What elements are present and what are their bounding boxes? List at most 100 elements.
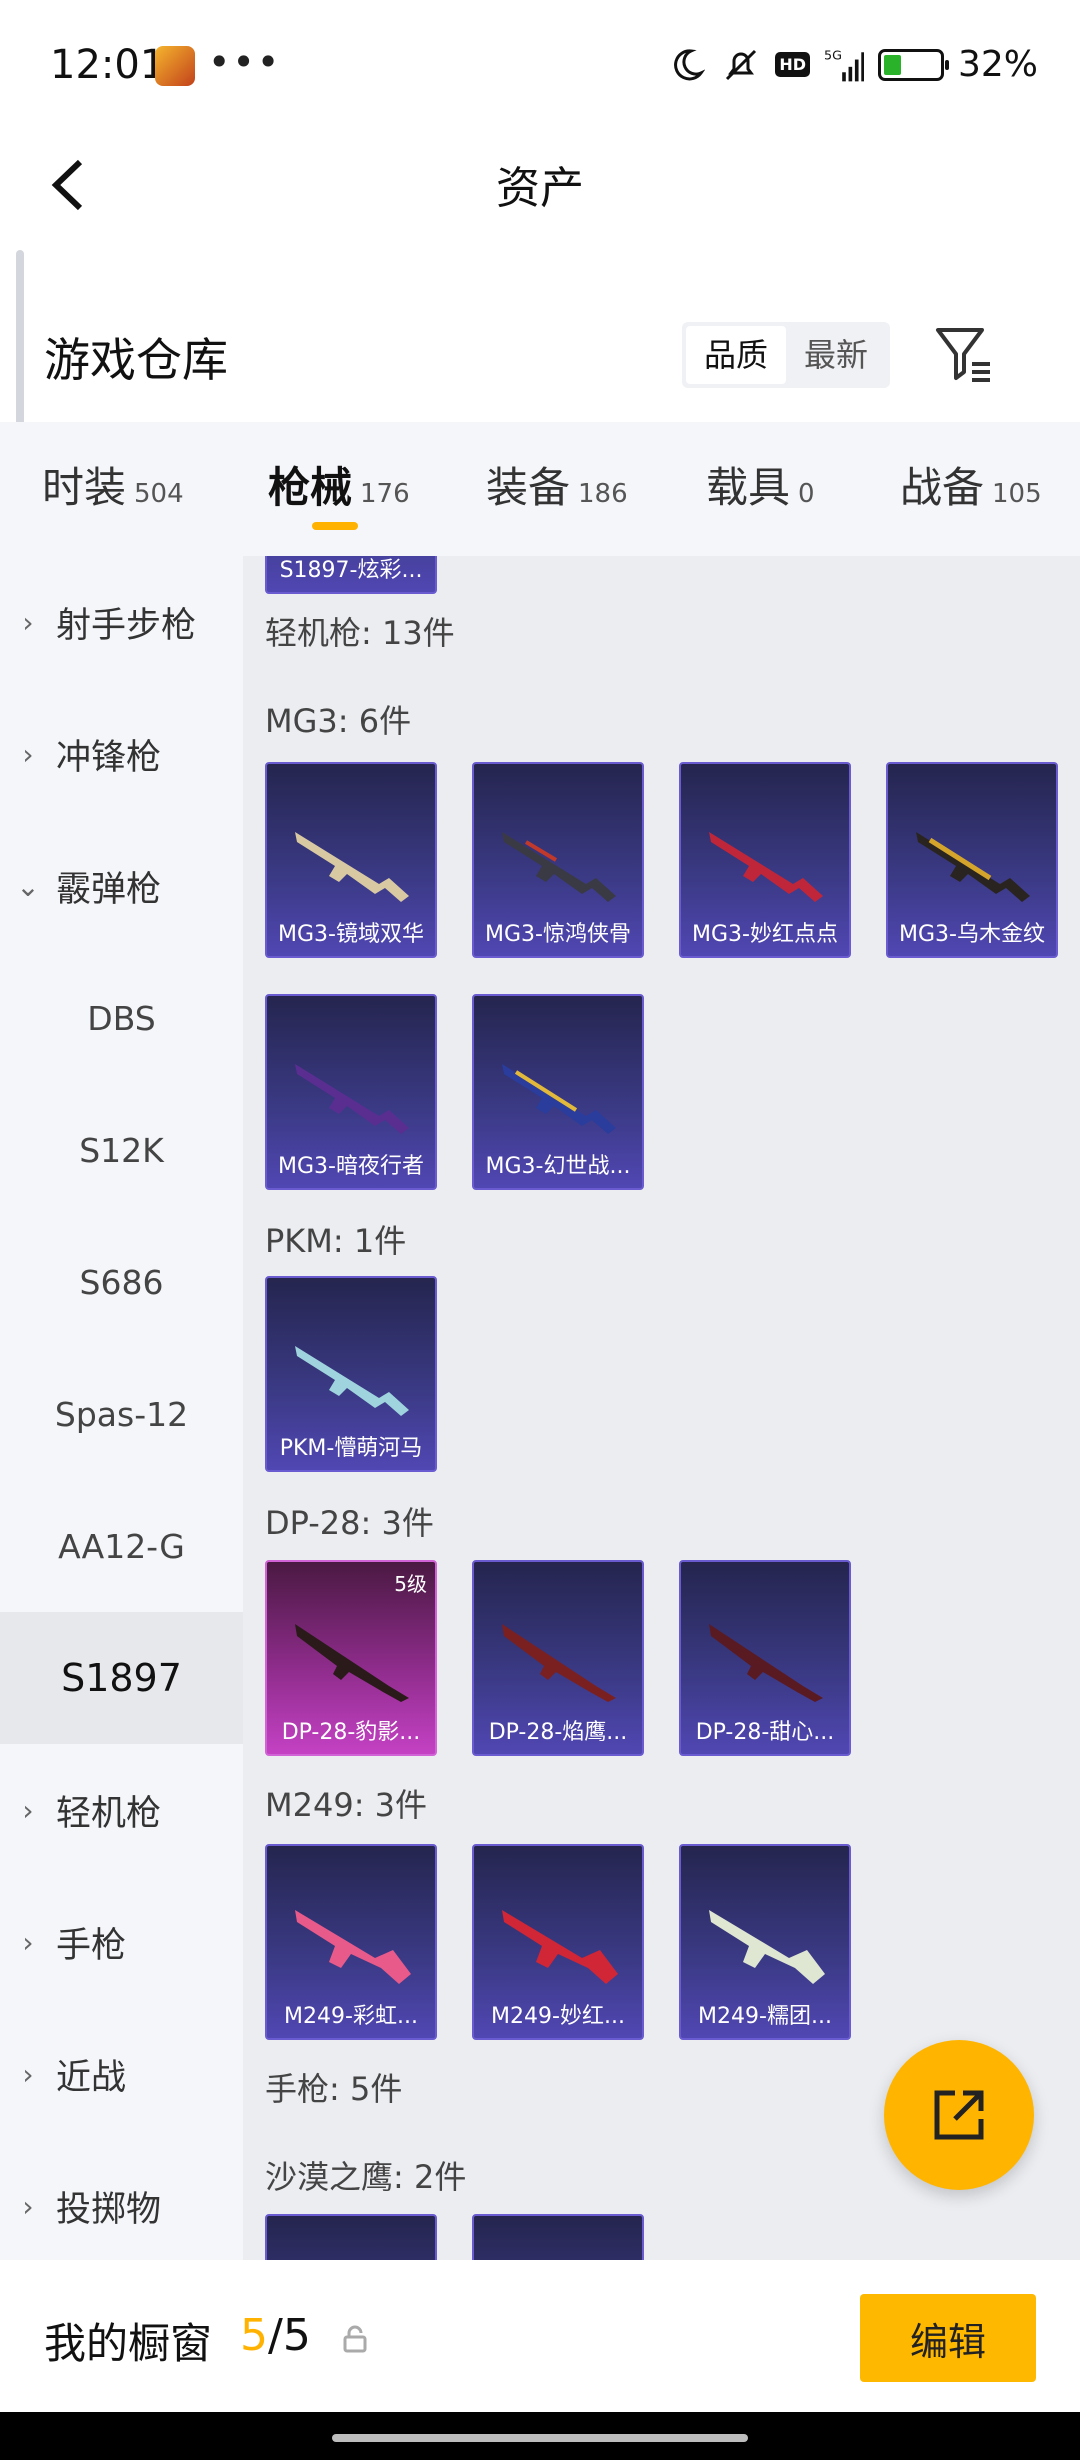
sidebar-sub-spas12[interactable]: Spas-12 [0, 1348, 243, 1480]
gun-icon [295, 1910, 411, 1984]
tab-vehicles[interactable]: 载具 0 [706, 454, 815, 515]
moon-icon [667, 45, 707, 85]
weapon-card[interactable]: M249-糯团... [679, 1844, 851, 2040]
gun-icon [709, 1910, 825, 1984]
weapon-card-name: S1897-炫彩... [279, 558, 423, 583]
tab-equipment[interactable]: 装备 186 [486, 454, 628, 515]
weapon-grid: S1897-炫彩... 轻机枪: 13件 MG3: 6件 MG3-镜域双华 MG… [243, 556, 1080, 2260]
sidebar-sub-s1897[interactable]: S1897 [0, 1612, 243, 1744]
chevron-right-icon: › [22, 1925, 34, 1959]
sidebar-item-label: 投掷物 [56, 2189, 162, 2230]
group-header-lmg: 轻机枪: 13件 [265, 614, 455, 652]
tab-fashion[interactable]: 时装 504 [42, 454, 184, 515]
sidebar-item-label: 轻机枪 [56, 1793, 162, 1834]
tab-count: 105 [992, 479, 1042, 509]
gun-icon [295, 1064, 409, 1134]
lock-icon [340, 2324, 370, 2354]
weapon-card[interactable]: MG3-镜域双华 [265, 762, 437, 958]
gun-icon [502, 832, 616, 902]
weapon-card-name: M249-糯团... [698, 2004, 832, 2029]
app-notification-icon [155, 46, 195, 86]
gun-icon [295, 1346, 409, 1416]
tab-guns[interactable]: 枪械 176 [268, 454, 410, 515]
battery-icon [877, 48, 949, 81]
weapon-card[interactable]: M249-彩虹... [265, 1844, 437, 2040]
sidebar-item-label: 近战 [56, 2057, 127, 2098]
more-notifications-icon: ••• [208, 40, 282, 84]
sidebar-sub-s686[interactable]: S686 [0, 1216, 243, 1348]
tab-label: 装备 [486, 463, 571, 512]
scrollbar[interactable] [16, 250, 24, 430]
weapon-card[interactable]: DP-28-焰鹰... [472, 1560, 644, 1756]
sidebar-item-throwable[interactable]: › 投掷物 [0, 2140, 243, 2260]
gun-icon [709, 1624, 823, 1702]
sidebar-item-melee[interactable]: › 近战 [0, 2008, 243, 2140]
weapon-card[interactable]: MG3-惊鸿侠骨 [472, 762, 644, 958]
sidebar-item-label: 手枪 [56, 1925, 127, 1966]
tab-label: 战备 [900, 463, 985, 512]
sidebar-item-smg[interactable]: › 冲锋枪 [0, 688, 243, 820]
sidebar-sub-s12k[interactable]: S12K [0, 1084, 243, 1216]
sort-toggle: 品质 最新 [682, 322, 891, 388]
weapon-card[interactable]: MG3-乌木金纹 [886, 762, 1058, 958]
weapon-card-name: MG3-幻世战... [485, 1154, 631, 1179]
category-tabs: 时装 504 枪械 176 装备 186 载具 0 战备 105 [0, 422, 1080, 556]
weapon-card-name: MG3-镜域双华 [278, 922, 424, 947]
weapon-card[interactable]: M249-妙红... [472, 1844, 644, 2040]
weapon-card[interactable] [265, 2214, 437, 2260]
active-tab-indicator [312, 522, 358, 530]
gun-icon [295, 1624, 409, 1702]
sidebar-item-shotgun[interactable]: ⌄ 霰弹枪 [0, 820, 243, 952]
showcase-current: 5 [240, 2310, 268, 2361]
filter-button[interactable] [932, 322, 996, 386]
sort-quality-button[interactable]: 品质 [686, 326, 787, 384]
weapon-type-sidebar: › 射手步枪 › 冲锋枪 ⌄ 霰弹枪 DBS S12K S686 Spas-12 AA… [0, 556, 243, 2260]
status-bar: 12:01 ••• HD 5G 32% [0, 0, 1080, 130]
weapon-card-name: DP-28-焰鹰... [488, 1720, 628, 1745]
sort-newest-button[interactable]: 最新 [786, 326, 886, 384]
weapon-card-name: DP-28-甜心... [695, 1720, 835, 1745]
weapon-card[interactable]: 5级 DP-28-豹影... [265, 1560, 437, 1756]
sidebar-item-label: 霰弹枪 [56, 869, 162, 910]
sidebar-sub-aa12g[interactable]: AA12-G [0, 1480, 243, 1612]
gun-icon [295, 832, 409, 902]
showcase-count: 5/5 [240, 2310, 311, 2361]
weapon-card-name: M249-妙红... [491, 2004, 625, 2029]
chevron-right-icon: › [22, 737, 34, 771]
weapon-card[interactable]: PKM-懵萌河马 [265, 1276, 437, 1472]
hd-badge: HD [775, 52, 810, 77]
weapon-card-name: MG3-暗夜行者 [278, 1154, 424, 1179]
chevron-right-icon: › [22, 605, 34, 639]
weapon-card[interactable]: DP-28-甜心... [679, 1560, 851, 1756]
weapon-card-name: MG3-乌木金纹 [899, 922, 1045, 947]
weapon-card[interactable]: MG3-暗夜行者 [265, 994, 437, 1190]
sidebar-sub-dbs[interactable]: DBS [0, 952, 243, 1084]
gun-icon [502, 1910, 618, 1984]
chevron-down-icon: ⌄ [16, 869, 40, 903]
battery-percent: 32% [957, 44, 1038, 85]
weapon-card[interactable]: MG3-幻世战... [472, 994, 644, 1190]
sidebar-item-label: 冲锋枪 [56, 737, 162, 778]
weapon-level-badge: 5级 [394, 1572, 427, 1596]
showcase-total: /5 [268, 2310, 311, 2361]
weapon-card-name: DP-28-豹影... [281, 1720, 421, 1745]
weapon-card-name: M249-彩虹... [284, 2004, 418, 2029]
gun-icon [709, 832, 823, 902]
weapon-card[interactable]: MG3-妙红点点 [679, 762, 851, 958]
weapon-card-name: MG3-惊鸿侠骨 [485, 922, 631, 947]
sidebar-item-pistol[interactable]: › 手枪 [0, 1876, 243, 2008]
share-button[interactable] [884, 2040, 1034, 2190]
sidebar-item-marksman-rifle[interactable]: › 射手步枪 [0, 556, 243, 688]
edit-button[interactable]: 编辑 [860, 2294, 1036, 2382]
tab-supplies[interactable]: 战备 105 [900, 454, 1042, 515]
group-header-pistol: 手枪: 5件 [265, 2070, 403, 2108]
weapon-card[interactable] [472, 2214, 644, 2260]
tab-label: 载具 [706, 463, 791, 512]
chevron-right-icon: › [22, 2057, 34, 2091]
tab-count: 186 [578, 479, 628, 509]
sidebar-item-lmg[interactable]: › 轻机枪 [0, 1744, 243, 1876]
gun-icon [502, 1064, 616, 1134]
home-indicator[interactable] [332, 2434, 748, 2442]
group-header-deagle: 沙漠之鹰: 2件 [265, 2158, 467, 2196]
weapon-card[interactable]: S1897-炫彩... [265, 556, 437, 594]
